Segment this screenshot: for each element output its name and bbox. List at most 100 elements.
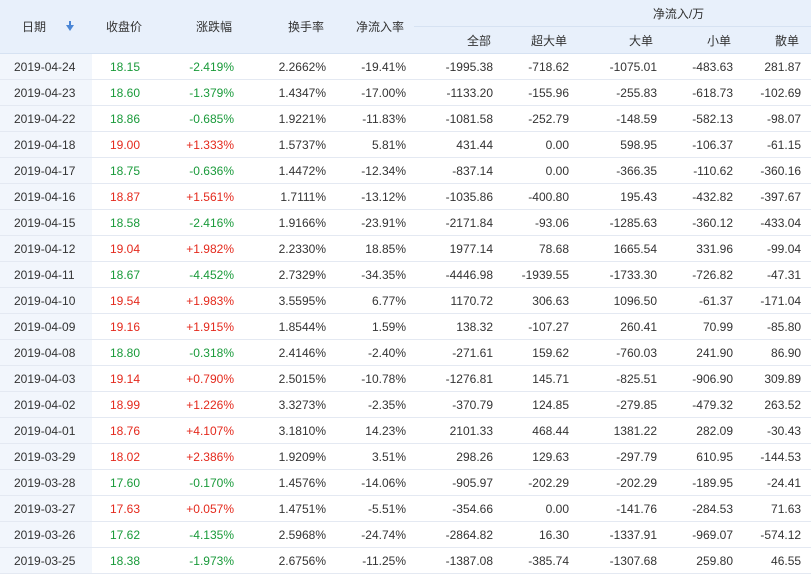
net-inflow-super-large-cell: 0.00 [501,157,583,184]
net-inflow-rate-cell: 3.51% [334,443,414,470]
change-percent-cell: +1.915% [162,313,250,340]
net-inflow-large-cell: 1096.50 [583,287,667,314]
net-inflow-total-cell: 431.44 [414,131,501,158]
close-price-cell: 18.60 [92,79,162,106]
turnover-rate-cell: 2.7329% [250,261,334,288]
date-cell: 2019-04-16 [0,183,92,210]
close-price-cell: 19.14 [92,365,162,392]
change-percent-cell: +1.333% [162,131,250,158]
column-header-net-rate[interactable]: 净流入率 [334,0,414,54]
net-inflow-retail-cell: -98.07 [745,105,811,132]
net-inflow-super-large-cell: -1939.55 [501,261,583,288]
net-inflow-rate-cell: 6.77% [334,287,414,314]
net-inflow-large-cell: -1075.01 [583,53,667,80]
date-cell: 2019-04-01 [0,417,92,444]
table-row: 2019-04-03 19.14 +0.790% 2.5015% -10.78% -127… [0,365,811,392]
change-percent-cell: -0.636% [162,157,250,184]
close-price-cell: 18.67 [92,261,162,288]
column-header-close[interactable]: 收盘价 [92,0,162,54]
turnover-rate-cell: 1.4751% [250,495,334,522]
net-inflow-small-cell: -284.53 [667,495,745,522]
net-inflow-large-cell: 195.43 [583,183,667,210]
turnover-rate-cell: 3.3273% [250,391,334,418]
column-header-total-label: 全部 [466,33,491,48]
net-inflow-rate-cell: -11.83% [334,105,414,132]
net-inflow-small-cell: -483.63 [667,53,745,80]
table-row: 2019-04-02 18.99 +1.226% 3.3273% -2.35% -370.… [0,391,811,418]
net-inflow-super-large-cell: 468.44 [501,417,583,444]
column-header-turnover[interactable]: 换手率 [250,0,334,54]
column-header-super-large[interactable]: 超大单 [501,26,583,54]
change-percent-cell: +0.790% [162,365,250,392]
net-inflow-small-cell: -618.73 [667,79,745,106]
net-inflow-retail-cell: -171.04 [745,287,811,314]
date-cell: 2019-04-17 [0,157,92,184]
capital-flow-table: 日期 收盘价 涨跌幅 换手率 净流入率 净流入/万 全部 超大单 大单 小单 散… [0,0,811,574]
turnover-rate-cell: 2.5015% [250,365,334,392]
net-inflow-total-cell: -271.61 [414,339,501,366]
net-inflow-total-cell: -837.14 [414,157,501,184]
date-cell: 2019-04-11 [0,261,92,288]
net-inflow-large-cell: 598.95 [583,131,667,158]
close-price-cell: 18.87 [92,183,162,210]
column-header-total[interactable]: 全部 [414,26,501,54]
net-inflow-large-cell: -148.59 [583,105,667,132]
net-inflow-retail-cell: 86.90 [745,339,811,366]
column-header-large[interactable]: 大单 [583,26,667,54]
net-inflow-retail-cell: 263.52 [745,391,811,418]
net-inflow-retail-cell: -397.67 [745,183,811,210]
net-inflow-large-cell: -1337.91 [583,521,667,548]
net-inflow-large-cell: -825.51 [583,365,667,392]
date-cell: 2019-03-27 [0,495,92,522]
net-inflow-super-large-cell: 145.71 [501,365,583,392]
table-row: 2019-04-24 18.15 -2.419% 2.2662% -19.41% -199… [0,53,811,80]
turnover-rate-cell: 2.6756% [250,547,334,574]
net-inflow-super-large-cell: -107.27 [501,313,583,340]
turnover-rate-cell: 1.5737% [250,131,334,158]
column-header-turnover-label: 换手率 [287,20,324,34]
net-inflow-super-large-cell: 159.62 [501,339,583,366]
column-header-date[interactable]: 日期 [0,0,92,54]
table-row: 2019-03-26 17.62 -4.135% 2.5968% -24.74% -286… [0,521,811,548]
net-inflow-total-cell: 1170.72 [414,287,501,314]
date-cell: 2019-04-09 [0,313,92,340]
change-percent-cell: +1.226% [162,391,250,418]
date-cell: 2019-03-28 [0,469,92,496]
close-price-cell: 18.86 [92,105,162,132]
column-header-change[interactable]: 涨跌幅 [162,0,250,54]
table-row: 2019-04-23 18.60 -1.379% 1.4347% -17.00% -113… [0,79,811,106]
table-row: 2019-04-11 18.67 -4.452% 2.7329% -34.35% -444… [0,261,811,288]
net-inflow-small-cell: 331.96 [667,235,745,262]
net-inflow-large-cell: -366.35 [583,157,667,184]
net-inflow-super-large-cell: 78.68 [501,235,583,262]
net-inflow-large-cell: -1733.30 [583,261,667,288]
close-price-cell: 18.58 [92,209,162,236]
change-percent-cell: +1.982% [162,235,250,262]
net-inflow-rate-cell: -13.12% [334,183,414,210]
change-percent-cell: -1.379% [162,79,250,106]
change-percent-cell: -2.419% [162,53,250,80]
close-price-cell: 18.99 [92,391,162,418]
sort-down-icon[interactable] [66,20,75,31]
net-inflow-large-cell: -760.03 [583,339,667,366]
date-cell: 2019-03-29 [0,443,92,470]
change-percent-cell: +0.057% [162,495,250,522]
net-inflow-total-cell: 298.26 [414,443,501,470]
column-header-small[interactable]: 小单 [667,26,745,54]
table-body: 2019-04-24 18.15 -2.419% 2.2662% -19.41% -199… [0,53,811,574]
net-inflow-small-cell: 70.99 [667,313,745,340]
change-percent-cell: +1.561% [162,183,250,210]
date-cell: 2019-04-02 [0,391,92,418]
net-inflow-total-cell: -1995.38 [414,53,501,80]
net-inflow-retail-cell: -433.04 [745,209,811,236]
net-inflow-rate-cell: -12.34% [334,157,414,184]
date-cell: 2019-04-03 [0,365,92,392]
net-inflow-small-cell: -906.90 [667,365,745,392]
table-row: 2019-04-01 18.76 +4.107% 3.1810% 14.23% 2101.… [0,417,811,444]
column-header-close-label: 收盘价 [105,20,142,34]
net-inflow-rate-cell: 1.59% [334,313,414,340]
net-inflow-super-large-cell: 0.00 [501,131,583,158]
net-inflow-small-cell: -969.07 [667,521,745,548]
column-header-retail[interactable]: 散单 [745,26,811,54]
turnover-rate-cell: 1.8544% [250,313,334,340]
